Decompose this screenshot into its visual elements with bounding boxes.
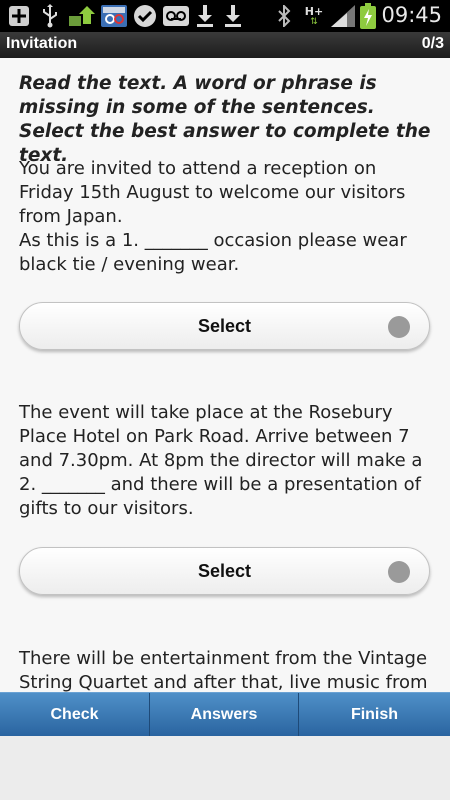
select-answer-2-button[interactable]: Select [19, 547, 430, 595]
signal-icon [330, 4, 356, 28]
network-type-icon: H+ ⇅ [304, 4, 324, 27]
status-bar: H+ ⇅ 09:45 [0, 0, 450, 32]
answers-button[interactable]: Answers [150, 693, 298, 736]
clock: 09:45 [381, 3, 442, 27]
add-icon [6, 4, 32, 28]
voicemail-icon [162, 4, 190, 28]
paragraph-3: There will be entertainment from the Vin… [19, 648, 428, 692]
upload-icon [66, 4, 96, 28]
radio-indicator-icon [388, 561, 410, 583]
finish-button[interactable]: Finish [299, 693, 450, 736]
download-icon [194, 4, 216, 28]
battery-charging-icon [358, 3, 378, 29]
select-label: Select [197, 316, 252, 336]
check-icon [132, 4, 158, 28]
download-icon [222, 4, 244, 28]
radio-indicator-icon [388, 316, 410, 338]
select-label: Select [197, 561, 252, 581]
empty-area [0, 736, 450, 800]
paragraph-1: You are invited to attend a reception on… [19, 158, 407, 275]
question-counter: 0/3 [421, 35, 444, 52]
app-icon [100, 4, 128, 28]
instructions-text: Read the text. A word or phrase is missi… [19, 73, 431, 166]
page-title: Invitation [6, 35, 78, 52]
bluetooth-icon [274, 4, 294, 28]
exercise-content[interactable]: Read the text. A word or phrase is missi… [0, 58, 450, 692]
usb-icon [38, 4, 62, 28]
bottom-tab-bar: Check Answers Finish [0, 692, 450, 736]
app-bar: Invitation 0/3 [0, 32, 450, 58]
select-answer-1-button[interactable]: Select [19, 302, 430, 350]
paragraph-2: The event will take place at the Rosebur… [19, 402, 423, 519]
check-button[interactable]: Check [0, 693, 149, 736]
